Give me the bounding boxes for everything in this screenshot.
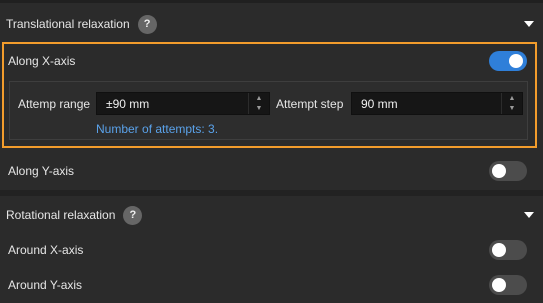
attempt-range-label: Attemp range: [18, 97, 91, 111]
attempt-range-stepper[interactable]: ▲ ▼: [248, 93, 269, 114]
along-x-axis-label: Along X-axis: [8, 54, 76, 68]
number-of-attempts-note: Number of attempts: 3.: [96, 122, 219, 136]
help-icon[interactable]: ?: [137, 14, 157, 34]
around-x-axis-label: Around X-axis: [8, 243, 84, 257]
top-border: [0, 0, 543, 3]
along-y-axis-toggle[interactable]: [489, 161, 527, 181]
attempt-step-value[interactable]: 90 mm: [352, 97, 501, 111]
attempt-step-label: Attempt step: [276, 97, 344, 111]
along-x-axis-toggle[interactable]: [489, 51, 527, 71]
toggle-knob: [492, 243, 506, 257]
around-x-axis-toggle[interactable]: [489, 240, 527, 260]
attempt-step-stepper[interactable]: ▲ ▼: [501, 93, 522, 114]
around-y-axis-label: Around Y-axis: [8, 278, 83, 292]
attempt-range-spinbox[interactable]: ±90 mm ▲ ▼: [96, 92, 270, 115]
section-title-translational: Translational relaxation: [6, 17, 130, 31]
translational-relaxation-header[interactable]: Translational relaxation ?: [0, 6, 543, 42]
along-x-axis-row: Along X-axis: [0, 43, 543, 79]
rotational-relaxation-header[interactable]: Rotational relaxation ?: [0, 197, 543, 233]
section-divider: [0, 190, 543, 196]
around-x-axis-row: Around X-axis: [0, 232, 543, 268]
decrement-arrow-icon[interactable]: ▼: [249, 104, 269, 115]
caret-down-icon[interactable]: [524, 211, 534, 219]
attempt-range-value[interactable]: ±90 mm: [97, 97, 248, 111]
attempt-step-spinbox[interactable]: 90 mm ▲ ▼: [351, 92, 523, 115]
around-y-axis-row: Around Y-axis: [0, 267, 543, 303]
toggle-knob: [492, 278, 506, 292]
help-icon[interactable]: ?: [123, 205, 143, 225]
along-y-axis-label: Along Y-axis: [8, 164, 75, 178]
increment-arrow-icon[interactable]: ▲: [249, 93, 269, 104]
around-y-axis-toggle[interactable]: [489, 275, 527, 295]
section-title-rotational: Rotational relaxation: [6, 208, 116, 222]
toggle-knob: [509, 54, 523, 68]
along-y-axis-row: Along Y-axis: [0, 153, 543, 189]
decrement-arrow-icon[interactable]: ▼: [502, 104, 522, 115]
toggle-knob: [492, 164, 506, 178]
increment-arrow-icon[interactable]: ▲: [502, 93, 522, 104]
caret-down-icon[interactable]: [524, 20, 534, 28]
